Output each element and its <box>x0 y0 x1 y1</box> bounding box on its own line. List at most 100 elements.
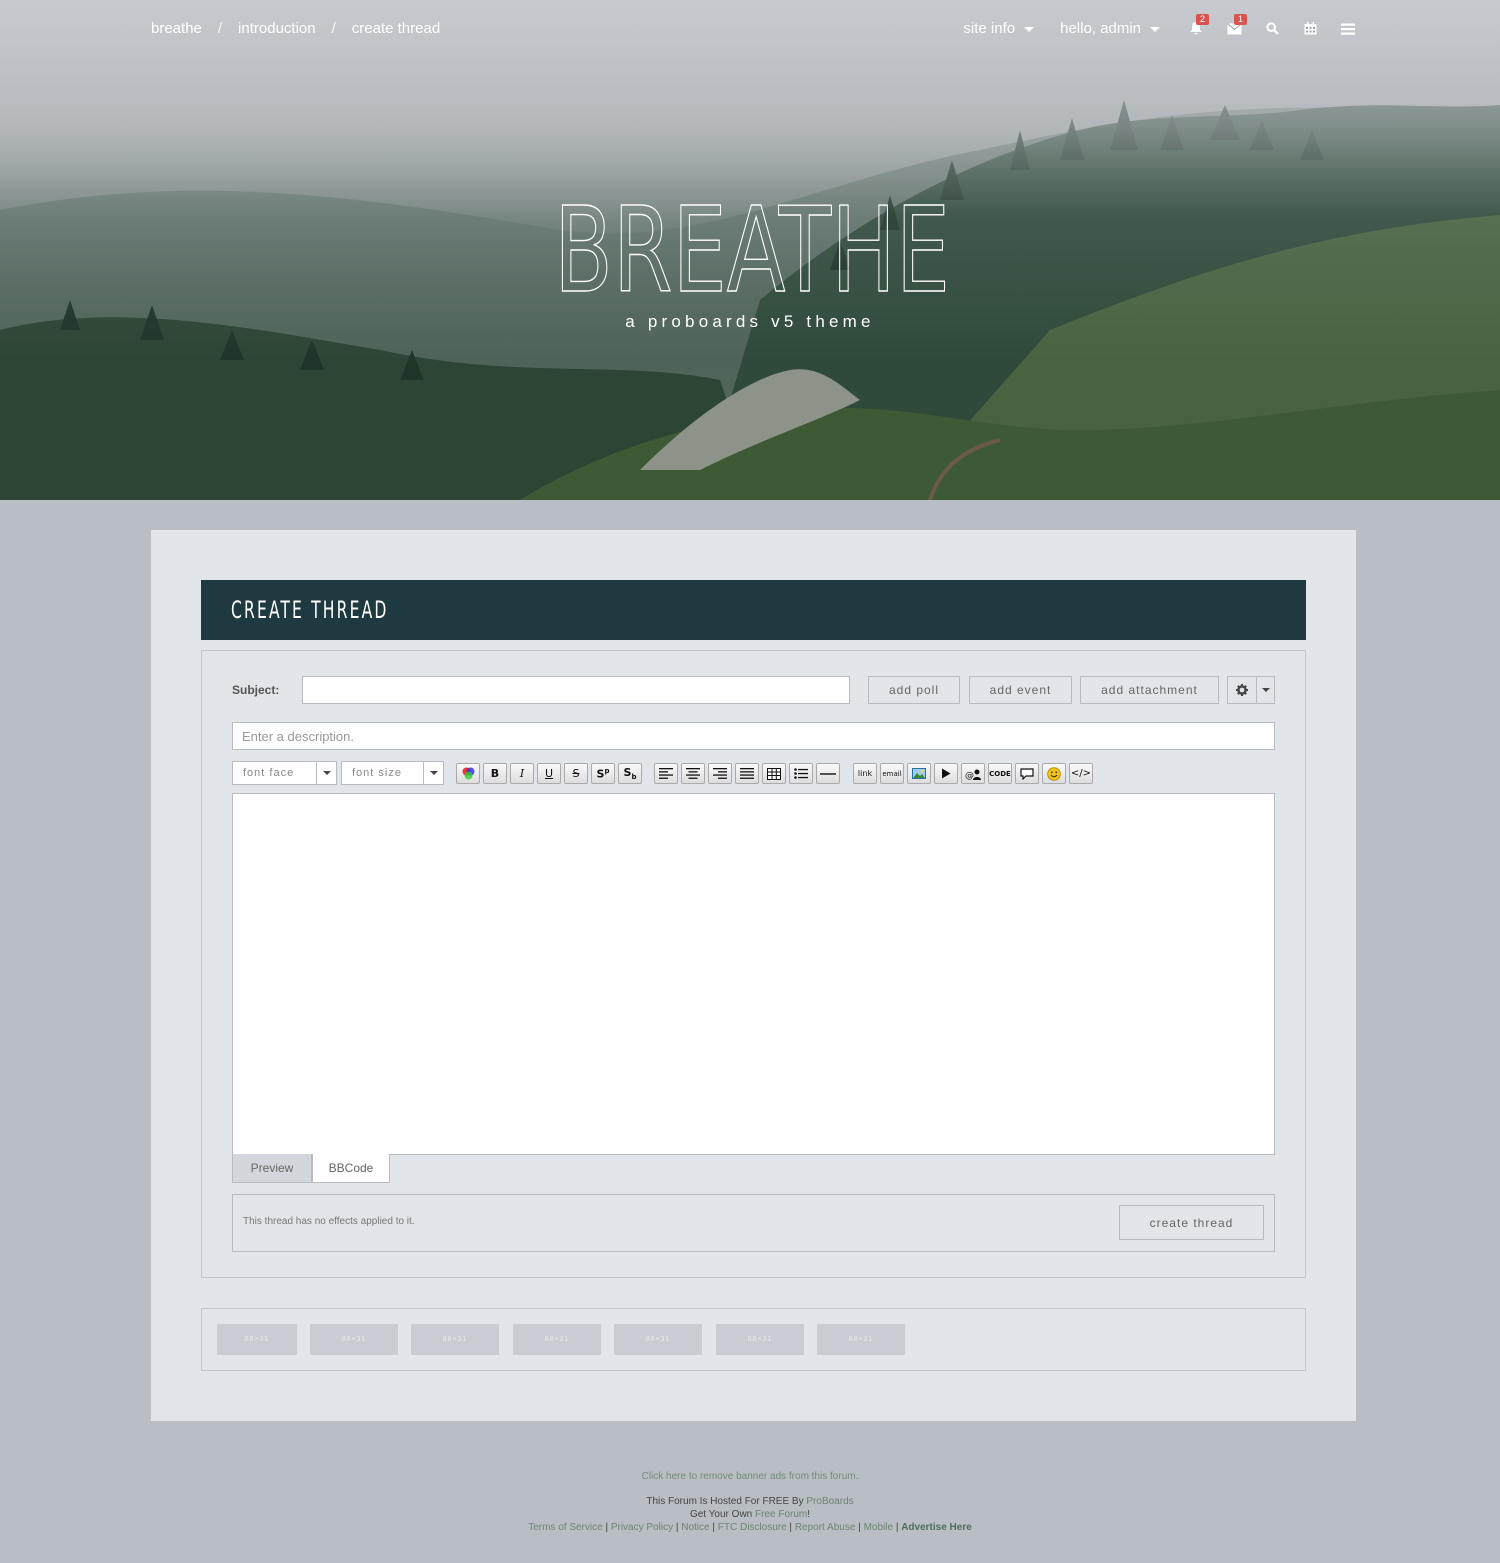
notifications-button[interactable]: 2 <box>1188 13 1210 37</box>
description-input[interactable]: Enter a description. <box>232 722 1275 750</box>
search-icon <box>1265 22 1279 35</box>
color-wheel-icon <box>462 767 474 780</box>
create-thread-button[interactable]: create thread <box>1119 1205 1264 1240</box>
video-button[interactable] <box>934 763 958 784</box>
bold-button[interactable]: B <box>483 763 507 784</box>
source-code-icon: </> <box>1070 768 1092 779</box>
align-left-button[interactable] <box>654 763 678 784</box>
calendar-button[interactable] <box>1302 21 1318 37</box>
affiliate-badge[interactable]: 88×31 <box>411 1324 499 1355</box>
font-size-select[interactable]: font size <box>341 761 444 785</box>
strikethrough-button[interactable]: S <box>564 763 588 784</box>
search-button[interactable] <box>1264 21 1280 37</box>
font-face-select[interactable]: font face <box>232 761 337 785</box>
image-button[interactable] <box>907 763 931 784</box>
options-button[interactable] <box>1227 676 1275 704</box>
italic-icon: I <box>519 767 525 780</box>
terms-link[interactable]: Terms of Service <box>528 1522 602 1533</box>
superscript-button[interactable]: Sp <box>591 763 615 784</box>
free-forum-link[interactable]: Free Forum <box>755 1509 807 1520</box>
proboards-link[interactable]: ProBoards <box>806 1496 853 1507</box>
site-info-label: site info <box>963 20 1016 37</box>
list-button[interactable] <box>789 763 813 784</box>
source-toggle-button[interactable]: </> <box>1069 763 1093 784</box>
breadcrumb-home[interactable]: breathe <box>151 20 202 37</box>
page-title: CREATE THREAD <box>231 596 389 624</box>
chevron-down-icon <box>1261 688 1270 692</box>
hero-banner: breathe / introduction / create thread s… <box>0 0 1500 500</box>
code-button[interactable]: CODE <box>988 763 1012 784</box>
legal-links: Terms of Service | Privacy Policy | Noti… <box>528 1522 972 1533</box>
report-abuse-link[interactable]: Report Abuse <box>795 1522 856 1533</box>
breadcrumb-separator: / <box>331 20 336 37</box>
underline-icon: U <box>544 767 554 780</box>
chevron-down-icon <box>1150 27 1160 32</box>
tab-bbcode[interactable]: BBCode <box>312 1154 390 1183</box>
italic-button[interactable]: I <box>510 763 534 784</box>
align-center-button[interactable] <box>681 763 705 784</box>
advertise-link[interactable]: Advertise Here <box>901 1522 972 1533</box>
chevron-down-icon <box>429 771 438 775</box>
breadcrumb-board[interactable]: introduction <box>238 20 316 37</box>
privacy-link[interactable]: Privacy Policy <box>611 1522 673 1533</box>
top-navigation: breathe / introduction / create thread s… <box>0 0 1500 60</box>
justify-icon <box>740 768 754 779</box>
gear-button[interactable] <box>1228 677 1257 703</box>
message-editor[interactable] <box>232 793 1275 1155</box>
add-attachment-button[interactable]: add attachment <box>1080 676 1219 704</box>
horizontal-rule-button[interactable] <box>816 763 840 784</box>
text-color-button[interactable] <box>456 763 480 784</box>
affiliate-badge[interactable]: 88×31 <box>716 1324 804 1355</box>
subject-label: Subject: <box>232 683 280 697</box>
mention-button[interactable]: @ <box>961 763 985 784</box>
align-right-button[interactable] <box>708 763 732 784</box>
link-icon: link <box>857 769 873 778</box>
subscript-button[interactable]: Sb <box>618 763 642 784</box>
horizontal-rule-icon <box>820 772 836 775</box>
breadcrumb-current[interactable]: create thread <box>352 20 440 37</box>
mention-icon: @ <box>965 769 981 780</box>
table-button[interactable] <box>762 763 786 784</box>
affiliate-badge[interactable]: 88×31 <box>817 1324 905 1355</box>
email-button[interactable]: email <box>880 763 904 784</box>
mobile-link[interactable]: Mobile <box>864 1522 893 1533</box>
gear-icon <box>1236 684 1248 696</box>
smiley-button[interactable] <box>1042 763 1066 784</box>
calendar-icon <box>1304 22 1316 35</box>
align-center-icon <box>686 768 700 779</box>
messages-button[interactable]: 1 <box>1226 13 1248 37</box>
notice-link[interactable]: Notice <box>681 1522 709 1533</box>
affiliate-badge[interactable]: 88×31 <box>614 1324 702 1355</box>
strikethrough-icon: S <box>572 767 580 780</box>
user-dropdown[interactable]: hello, admin <box>1060 20 1160 37</box>
affiliate-badges: 88×31 88×31 88×31 88×31 88×31 88×31 88×3… <box>201 1308 1306 1371</box>
create-thread-header: CREATE THREAD <box>201 580 1306 640</box>
menu-icon <box>1341 23 1355 35</box>
site-info-dropdown[interactable]: site info <box>963 20 1035 37</box>
tab-preview[interactable]: Preview <box>232 1154 312 1183</box>
affiliate-badge[interactable]: 88×31 <box>513 1324 601 1355</box>
add-event-button[interactable]: add event <box>969 676 1072 704</box>
menu-button[interactable] <box>1340 21 1356 37</box>
messages-count-badge: 1 <box>1234 13 1248 25</box>
remove-ads-link[interactable]: Click here to remove banner ads from thi… <box>0 1471 1500 1482</box>
justify-button[interactable] <box>735 763 759 784</box>
user-greeting: hello, admin <box>1060 20 1141 37</box>
align-left-icon <box>659 768 673 779</box>
user-menu-bar: site info hello, admin 2 1 <box>963 13 1356 37</box>
affiliate-badge[interactable]: 88×31 <box>310 1324 398 1355</box>
underline-button[interactable]: U <box>537 763 561 784</box>
editor-toolbar: font face font size B I U S Sp Sb link e… <box>232 761 1275 785</box>
quote-button[interactable] <box>1015 763 1039 784</box>
subscript-icon: Sb <box>623 765 637 782</box>
speech-bubble-icon <box>1020 767 1034 780</box>
subject-input[interactable] <box>302 676 850 704</box>
link-button[interactable]: link <box>853 763 877 784</box>
options-dropdown-toggle[interactable] <box>1257 677 1274 703</box>
add-poll-button[interactable]: add poll <box>868 676 960 704</box>
font-size-label: font size <box>352 767 402 779</box>
hosted-by-text: This Forum Is Hosted For FREE By <box>646 1496 807 1507</box>
superscript-icon: Sp <box>596 766 610 781</box>
ftc-link[interactable]: FTC Disclosure <box>718 1522 787 1533</box>
affiliate-badge[interactable]: 88×31 <box>217 1324 297 1355</box>
